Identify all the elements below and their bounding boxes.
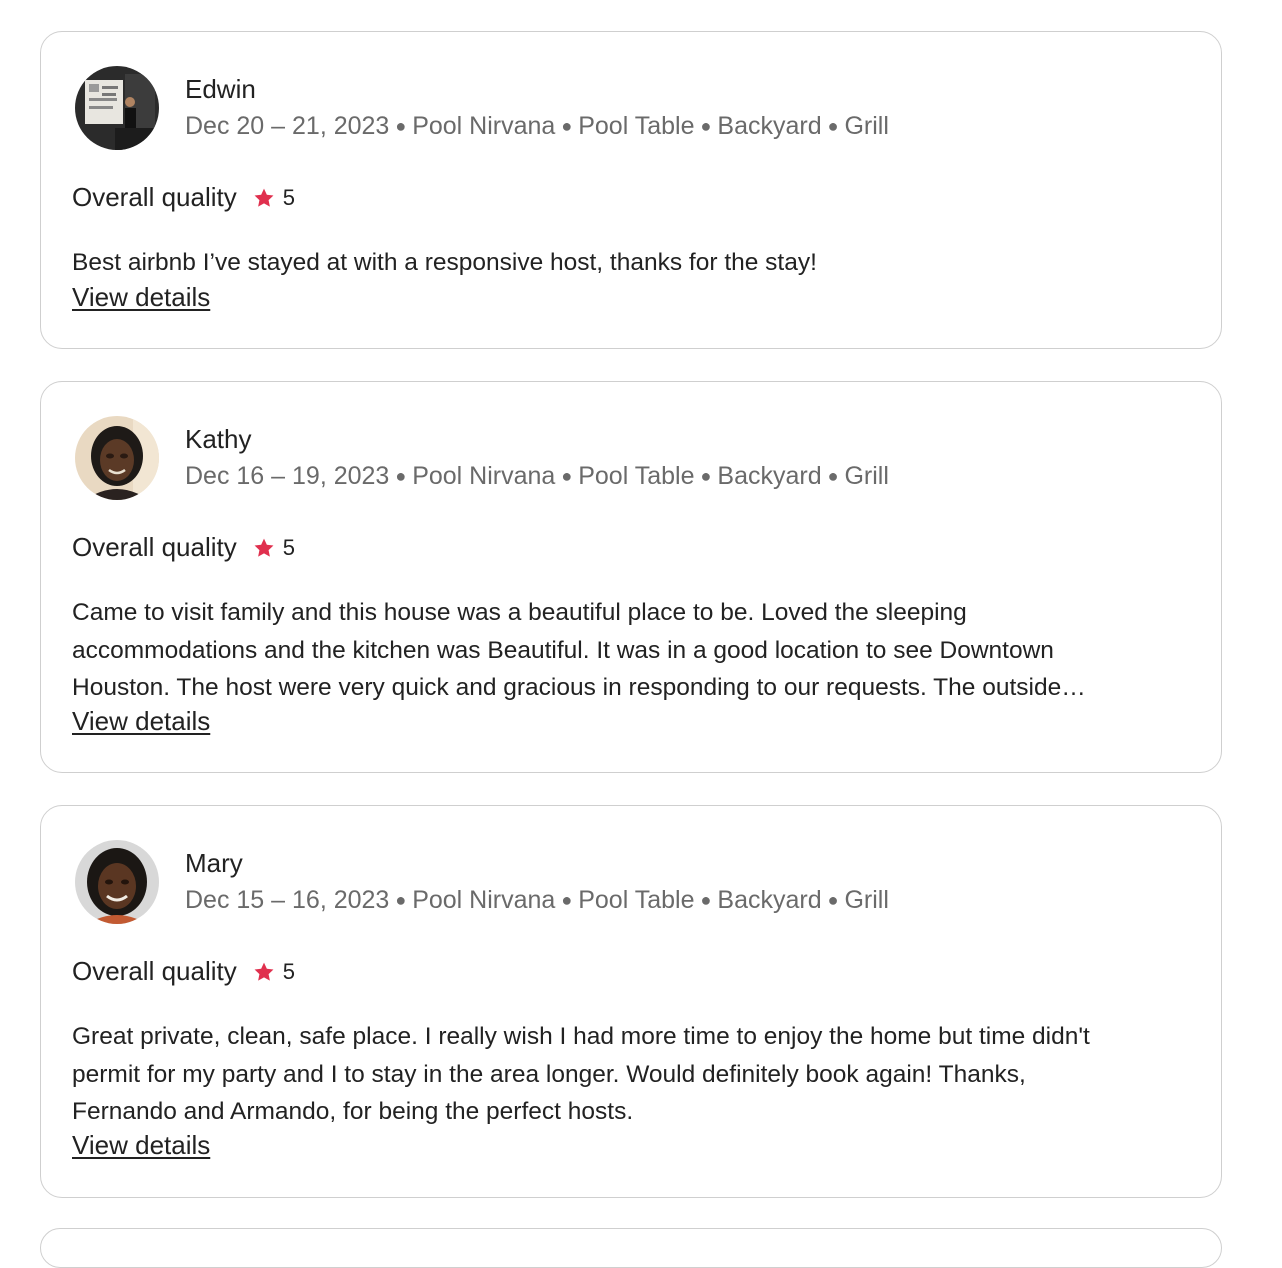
separator-dot: ●: [827, 116, 839, 136]
review-card: Mary Dec 15 – 16, 2023 ● Pool Nirvana ● Pool…: [40, 805, 1222, 1198]
review-text-line: accommodations and the kitchen was Beaut…: [72, 636, 1054, 664]
rating-value: 5: [282, 534, 295, 560]
separator-dot: ●: [561, 116, 573, 136]
review-text-line: Great private, clean, safe place. I real…: [72, 1023, 1090, 1050]
listing-tag: Pool Table: [578, 462, 695, 490]
rating-row: Overall quality 5: [72, 532, 295, 563]
guest-name: Kathy: [185, 424, 252, 454]
review-list: Edwin Dec 20 – 21, 2023 ● Pool Nirvana ● Poo…: [0, 0, 1282, 1268]
rating-value: 5: [282, 184, 295, 210]
review-card-partial: [40, 1228, 1222, 1268]
separator-dot: ●: [827, 890, 839, 910]
listing-tag: Pool Nirvana: [412, 886, 556, 914]
avatar[interactable]: [75, 66, 159, 150]
avatar[interactable]: [75, 840, 159, 924]
star-icon: [253, 537, 275, 559]
separator-dot: ●: [700, 466, 712, 486]
rating-label: Overall quality: [72, 956, 237, 986]
rating-label: Overall quality: [72, 182, 237, 212]
guest-photo-icon: [75, 840, 159, 924]
separator-dot: ●: [395, 890, 407, 910]
star-icon: [253, 187, 275, 209]
star-icon: [253, 961, 275, 983]
rating-row: Overall quality 5: [72, 182, 295, 213]
review-card: Edwin Dec 20 – 21, 2023 ● Pool Nirvana ● Poo…: [40, 31, 1222, 349]
review-text-line: Best airbnb I’ve stayed at with a respon…: [72, 249, 817, 276]
listing-tag: Grill: [844, 462, 889, 490]
view-details-link[interactable]: View details: [72, 282, 210, 313]
guest-photo-icon: [75, 66, 159, 150]
separator-dot: ●: [395, 466, 407, 486]
separator-dot: ●: [700, 890, 712, 910]
guest-name: Edwin: [185, 74, 256, 104]
rating-label: Overall quality: [72, 532, 237, 562]
listing-tag: Pool Nirvana: [412, 112, 556, 140]
review-text-line: Fernando and Armando, for being the perf…: [72, 1098, 634, 1125]
listing-tag: Backyard: [717, 886, 822, 914]
review-text-line: Came to visit family and this house was …: [72, 599, 967, 626]
listing-tag: Grill: [844, 886, 889, 914]
listing-tag: Backyard: [717, 462, 822, 490]
listing-tag: Pool Table: [578, 886, 695, 914]
stay-details: Dec 20 – 21, 2023 ● Pool Nirvana ● Pool Tabl…: [185, 112, 889, 141]
review-text-line: Houston. The host were very quick and gr…: [72, 674, 1086, 701]
separator-dot: ●: [700, 116, 712, 136]
view-details-link[interactable]: View details: [72, 1130, 210, 1161]
separator-dot: ●: [395, 116, 407, 136]
view-details-link[interactable]: View details: [72, 706, 210, 737]
listing-tag: Grill: [844, 112, 889, 140]
listing-tag: Backyard: [717, 112, 822, 140]
stay-dates: Dec 15 – 16, 2023: [185, 886, 390, 914]
separator-dot: ●: [561, 890, 573, 910]
guest-photo-icon: [75, 416, 159, 500]
listing-tag: Pool Nirvana: [412, 462, 556, 490]
guest-name: Mary: [185, 848, 243, 878]
listing-tag: Pool Table: [578, 112, 695, 140]
separator-dot: ●: [561, 466, 573, 486]
stay-details: Dec 15 – 16, 2023 ● Pool Nirvana ● Pool Tabl…: [185, 886, 889, 915]
separator-dot: ●: [827, 466, 839, 486]
avatar[interactable]: [75, 416, 159, 500]
rating-value: 5: [282, 958, 295, 984]
review-text: Great private, clean, safe place. I real…: [72, 1018, 1182, 1131]
review-text-line: permit for my party and I to stay in the…: [72, 1060, 1026, 1088]
stay-dates: Dec 16 – 19, 2023: [185, 462, 390, 490]
rating-row: Overall quality 5: [72, 956, 295, 987]
review-text: Best airbnb I’ve stayed at with a respon…: [72, 244, 1182, 282]
stay-details: Dec 16 – 19, 2023 ● Pool Nirvana ● Pool Tabl…: [185, 462, 889, 491]
stay-dates: Dec 20 – 21, 2023: [185, 112, 390, 140]
review-card: Kathy Dec 16 – 19, 2023 ● Pool Nirvana ● Poo…: [40, 381, 1222, 773]
review-text: Came to visit family and this house was …: [72, 594, 1182, 707]
